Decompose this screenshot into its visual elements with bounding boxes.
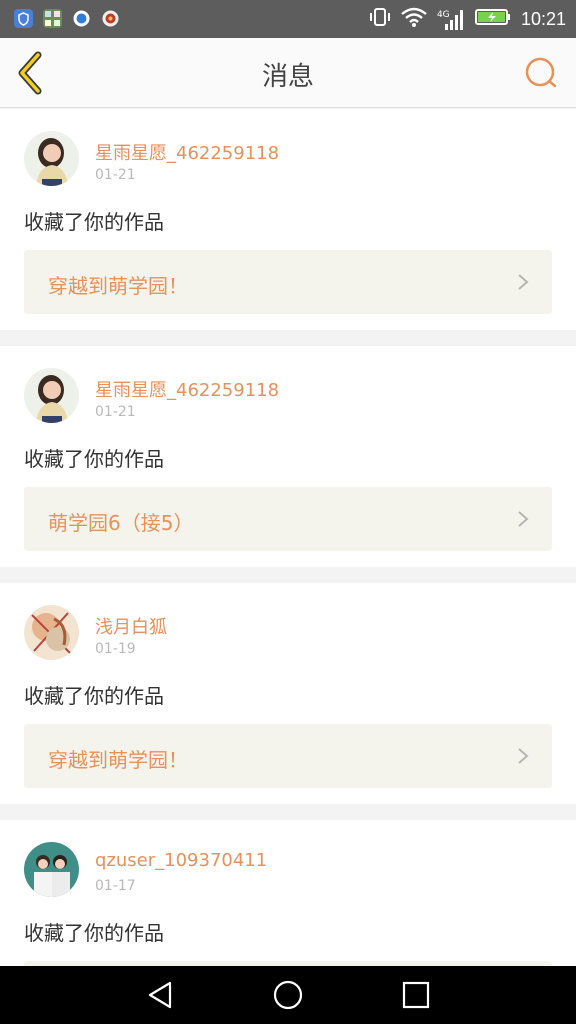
username[interactable]: qzuser_109370411: [95, 850, 267, 871]
app-header: 消息: [0, 38, 576, 108]
recents-square-icon: [402, 981, 430, 1009]
work-title: 穿越到萌学园！: [48, 274, 188, 298]
message-date: 01-17: [95, 878, 136, 894]
message-item[interactable]: qzuser_109370411 01-17 收藏了你的作品: [0, 820, 576, 966]
work-link[interactable]: 萌学园6（接5）: [24, 487, 552, 551]
work-title: 穿越到萌学园！: [48, 748, 188, 772]
action-text: 收藏了你的作品: [24, 210, 164, 234]
signal-icon: 4G: [437, 6, 465, 32]
back-triangle-icon: [148, 981, 172, 1009]
notification-icons: [14, 9, 120, 28]
chevron-right-icon: [518, 748, 529, 764]
nav-home-button[interactable]: [272, 979, 304, 1011]
red-app-icon: [101, 9, 120, 28]
chevron-right-icon: [518, 274, 529, 290]
browser-app-icon: [72, 9, 91, 28]
clock: 10:21: [520, 8, 566, 29]
avatar[interactable]: [24, 368, 79, 423]
message-item[interactable]: 星雨星愿_462259118 01-21 收藏了你的作品 萌学园6（接5）: [0, 346, 576, 567]
system-indicators: 4G 10:21: [369, 0, 566, 38]
grid-app-icon: [43, 9, 62, 28]
avatar[interactable]: [24, 842, 79, 897]
username[interactable]: 浅月白狐: [95, 613, 167, 639]
action-text: 收藏了你的作品: [24, 447, 164, 471]
username[interactable]: 星雨星愿_462259118: [95, 139, 279, 165]
home-circle-icon: [273, 980, 303, 1010]
avatar[interactable]: [24, 605, 79, 660]
status-bar: 4G 10:21: [0, 0, 576, 38]
avatar[interactable]: [24, 131, 79, 186]
action-text: 收藏了你的作品: [24, 684, 164, 708]
system-nav-bar: [0, 966, 576, 1024]
battery-icon: [474, 7, 511, 31]
message-date: 01-19: [95, 641, 136, 657]
nav-back-button[interactable]: [144, 979, 176, 1011]
work-link[interactable]: 穿越到萌学园！: [24, 250, 552, 314]
page-title: 消息: [261, 62, 314, 92]
message-date: 01-21: [95, 404, 136, 420]
message-item[interactable]: 浅月白狐 01-19 收藏了你的作品 穿越到萌学园！: [0, 583, 576, 804]
work-link[interactable]: 穿越到萌学园！: [24, 724, 552, 788]
work-title: 萌学园6（接5）: [48, 511, 194, 535]
message-date: 01-21: [95, 167, 136, 183]
vibrate-icon: [369, 7, 391, 31]
message-item[interactable]: 星雨星愿_462259118 01-21 收藏了你的作品 穿越到萌学园！: [0, 109, 576, 330]
nav-recents-button[interactable]: [400, 979, 432, 1011]
chat-bubble-icon: [525, 57, 557, 88]
wifi-icon: [401, 7, 427, 31]
action-text: 收藏了你的作品: [24, 921, 164, 945]
username[interactable]: 星雨星愿_462259118: [95, 376, 279, 402]
chevron-right-icon: [518, 511, 529, 527]
chat-button[interactable]: [520, 53, 560, 93]
shield-app-icon: [14, 9, 33, 28]
message-list[interactable]: 星雨星愿_462259118 01-21 收藏了你的作品 穿越到萌学园！ 星雨星…: [0, 109, 576, 966]
